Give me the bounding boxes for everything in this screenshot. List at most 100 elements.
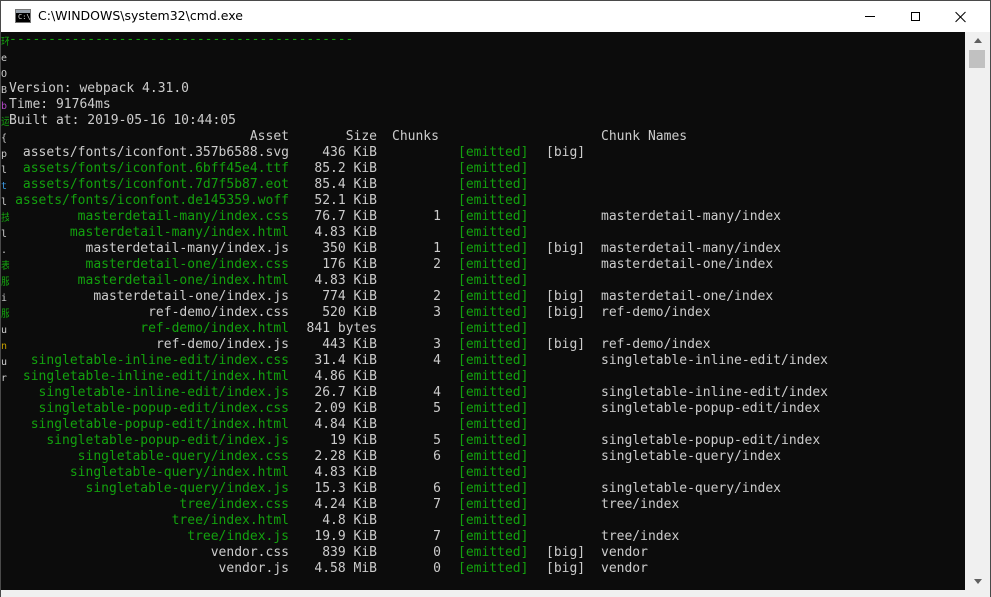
- scrollbar-thumb[interactable]: [969, 50, 985, 68]
- asset-size: 19.9 KiB: [314, 529, 377, 544]
- maximize-icon: [910, 12, 920, 21]
- scroll-down-button[interactable]: [965, 573, 990, 590]
- asset-size: 4.83 KiB: [314, 225, 377, 240]
- cmd-icon-text: C:\: [18, 13, 31, 21]
- chunk-names: singletable-query/index: [601, 481, 782, 496]
- table-row: masterdetail-many/index.css 76.7 KiB 1 [emi…: [1, 209, 965, 225]
- clipped-char: b: [1, 101, 8, 112]
- asset-chunks: 0: [433, 561, 441, 576]
- emitted-flag: [emitted]: [458, 177, 529, 192]
- emitted-flag: [emitted]: [458, 289, 529, 304]
- asset-name: assets/fonts/iconfont.6bff45e4.ttf: [22, 161, 289, 176]
- asset-size: 841 bytes: [306, 321, 377, 336]
- asset-size: 4.83 KiB: [314, 465, 377, 480]
- asset-chunks: 3: [433, 305, 441, 320]
- asset-name: singletable-inline-edit/index.css: [30, 353, 289, 368]
- table-row: singletable-query/index.css 2.28 KiB 6 [emi…: [1, 449, 965, 465]
- cmd-window: C:\ C:\WINDOWS\system32\cmd.exe 环 e O Bb 运{p…: [0, 0, 991, 597]
- asset-name: ref-demo/index.js: [155, 337, 289, 352]
- chunk-names: singletable-popup-edit/index: [601, 401, 821, 416]
- scroll-up-button[interactable]: [965, 32, 990, 49]
- asset-size: 443 KiB: [322, 337, 377, 352]
- asset-size: 4.84 KiB: [314, 417, 377, 432]
- asset-name: singletable-inline-edit/index.js: [38, 385, 289, 400]
- asset-chunks: 1: [433, 241, 441, 256]
- big-flag: [big]: [546, 289, 586, 304]
- asset-name: singletable-popup-edit/index.js: [46, 433, 289, 448]
- asset-name: masterdetail-many/index.js: [85, 241, 290, 256]
- table-row: singletable-popup-edit/index.css 2.09 KiB…: [1, 401, 965, 417]
- big-flag: [big]: [546, 545, 586, 560]
- chunk-names: vendor: [601, 545, 648, 560]
- asset-size: 2.09 KiB: [314, 401, 377, 416]
- table-row: tree/index.js 19.9 KiB 7 [emitted] tree/inde…: [1, 529, 965, 545]
- console-output[interactable]: 环 e O Bb 运{p l t l 技 l. 表服 i 服 u n u r -----------------…: [1, 32, 965, 590]
- asset-size: 4.83 KiB: [314, 273, 377, 288]
- asset-size: 839 KiB: [322, 545, 377, 560]
- chunk-names: ref-demo/index: [601, 337, 711, 352]
- asset-size: 85.4 KiB: [314, 177, 377, 192]
- big-flag: [big]: [546, 305, 586, 320]
- emitted-flag: [emitted]: [458, 353, 529, 368]
- minimize-button[interactable]: [847, 1, 893, 32]
- asset-chunks: 2: [433, 289, 441, 304]
- vertical-scrollbar[interactable]: [965, 32, 990, 590]
- table-row: vendor.css 839 KiB 0 [emitted] [big] vendor: [1, 545, 965, 561]
- close-button[interactable]: [938, 1, 984, 32]
- table-row: masterdetail-one/index.html 4.83 KiB [emit…: [1, 273, 965, 289]
- asset-chunks: 7: [433, 529, 441, 544]
- emitted-flag: [emitted]: [458, 433, 529, 448]
- asset-size: 52.1 KiB: [314, 193, 377, 208]
- asset-size: 774 KiB: [322, 289, 377, 304]
- asset-name: vendor.css: [210, 545, 289, 560]
- chunk-names: masterdetail-one/index: [601, 289, 774, 304]
- header-asset: Asset: [249, 129, 289, 144]
- table-row: masterdetail-many/index.js 350 KiB 1 [emitt…: [1, 241, 965, 257]
- header-chunk-names: Chunk Names: [601, 129, 688, 144]
- asset-name: ref-demo/index.html: [140, 321, 289, 336]
- table-row: singletable-inline-edit/index.html 4.86 K…: [1, 369, 965, 385]
- asset-name: singletable-popup-edit/index.html: [30, 417, 289, 432]
- emitted-flag: [emitted]: [458, 449, 529, 464]
- title-bar[interactable]: C:\ C:\WINDOWS\system32\cmd.exe: [1, 1, 990, 32]
- table-row: assets/fonts/iconfont.6bff45e4.ttf 85.2 K…: [1, 161, 965, 177]
- asset-chunks: 2: [433, 257, 441, 272]
- table-row: singletable-inline-edit/index.css 31.4 Ki…: [1, 353, 965, 369]
- emitted-flag: [emitted]: [458, 465, 529, 480]
- cmd-app-icon[interactable]: C:\: [15, 9, 31, 23]
- asset-size: 436 KiB: [322, 145, 377, 160]
- asset-size: 4.58 MiB: [314, 561, 377, 576]
- chunk-names: singletable-inline-edit/index: [601, 385, 828, 400]
- table-row: singletable-query/index.html 4.83 KiB [emi…: [1, 465, 965, 481]
- chunk-names: singletable-popup-edit/index: [601, 433, 821, 448]
- asset-name: singletable-inline-edit/index.html: [22, 369, 289, 384]
- asset-name: assets/fonts/iconfont.7d7f5b87.eot: [22, 177, 289, 192]
- emitted-flag: [emitted]: [458, 497, 529, 512]
- table-row: masterdetail-one/index.js 774 KiB 2 [emitte…: [1, 289, 965, 305]
- table-row: singletable-query/index.js 15.3 KiB 6 [emit…: [1, 481, 965, 497]
- close-icon: [955, 11, 967, 23]
- header-chunks: Chunks: [392, 129, 439, 144]
- chunk-names: masterdetail-many/index: [601, 209, 782, 224]
- emitted-flag: [emitted]: [458, 241, 529, 256]
- table-row: masterdetail-one/index.css 176 KiB 2 [emitt…: [1, 257, 965, 273]
- emitted-flag: [emitted]: [458, 529, 529, 544]
- emitted-flag: [emitted]: [458, 417, 529, 432]
- asset-name: ref-demo/index.css: [148, 305, 289, 320]
- emitted-flag: [emitted]: [458, 145, 529, 160]
- asset-chunks: 4: [433, 353, 441, 368]
- asset-size: 4.8 KiB: [322, 513, 377, 528]
- asset-name: masterdetail-many/index.html: [69, 225, 289, 240]
- asset-chunks: 5: [433, 401, 441, 416]
- table-row: ref-demo/index.css 520 KiB 3 [emitted] [big]…: [1, 305, 965, 321]
- time-line: Time: 91764ms: [9, 97, 111, 112]
- asset-name: singletable-popup-edit/index.css: [38, 401, 289, 416]
- emitted-flag: [emitted]: [458, 561, 529, 576]
- asset-name: masterdetail-one/index.css: [85, 257, 290, 272]
- chunk-names: ref-demo/index: [601, 305, 711, 320]
- big-flag: [big]: [546, 561, 586, 576]
- maximize-button[interactable]: [892, 1, 938, 32]
- table-row: singletable-inline-edit/index.js 26.7 KiB…: [1, 385, 965, 401]
- table-row: assets/fonts/iconfont.357b6588.svg 436 Ki…: [1, 145, 965, 161]
- emitted-flag: [emitted]: [458, 385, 529, 400]
